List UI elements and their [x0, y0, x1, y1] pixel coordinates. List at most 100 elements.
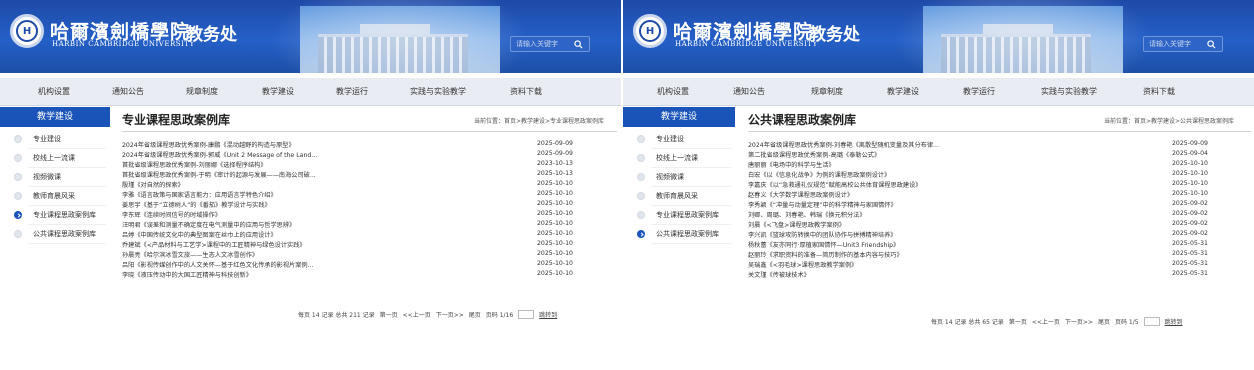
logo-glyph: H	[639, 20, 661, 42]
article-date: 2025-09-04	[1172, 150, 1208, 157]
article-date: 2025-09-09	[1172, 140, 1208, 147]
article-title[interactable]: 乔建斌《<产品材料与工艺学>课程中的工匠精神与绿色设计实践》	[122, 240, 306, 249]
sidebar-item-teacher[interactable]: 教师育晨风采	[0, 189, 110, 206]
article-title[interactable]: 刘卿、周璐、刘春艳、韩瑞《换元积分法》	[748, 210, 866, 219]
article-title[interactable]: 唐丽丽《电场中的科学与生活》	[748, 160, 835, 169]
banner-light	[893, 0, 1153, 73]
sidebar-title: 教学建设	[623, 107, 735, 127]
sidebar-item-major[interactable]: 专业建设	[623, 132, 735, 149]
page-number-input[interactable]	[518, 310, 535, 319]
article-title[interactable]: 李晓《液压传动中的大国工匠精神与科技创新》	[122, 270, 252, 279]
arrow-bullet-icon	[14, 211, 22, 219]
article-title[interactable]: 赵春义《大学数学课程思政案例设计》	[748, 190, 853, 199]
article-title[interactable]: 吕婷《中国传统文化中的典型图案在丝巾上的应用设计》	[122, 230, 277, 239]
article-title[interactable]: 2024年省级课程思政优秀案例-刘春艳《离散型随机变量及其分布律...	[748, 140, 939, 149]
next-page-link[interactable]: 下一页>>	[436, 310, 464, 319]
nav-item[interactable]: 规章制度	[186, 86, 218, 97]
article-title[interactable]: 白宏《以《信息化战争》为例的课程思政案例设计》	[748, 170, 890, 179]
article-title[interactable]: 李兴凯《篮球攻防转换中的团队协作与拼搏精神培养》	[748, 230, 897, 239]
article-title[interactable]: 杨秋蕾《友亦同行·厚植家国情怀—Unit3 Friendship》	[748, 240, 899, 249]
prev-page-link[interactable]: <<上一页	[1032, 317, 1060, 326]
bullet-icon	[14, 135, 22, 143]
bullet-icon	[637, 211, 645, 219]
bullet-icon	[637, 154, 645, 162]
article-title[interactable]: 第二批省级课程思政优秀案例-高璐《泰勒公式》	[748, 150, 880, 159]
nav-item[interactable]: 实践与实验教学	[1041, 86, 1097, 97]
nav-item[interactable]: 规章制度	[811, 86, 843, 97]
article-date: 2025-10-10	[537, 230, 573, 237]
sidebar-title: 教学建设	[0, 107, 110, 127]
sidebar-item-teacher[interactable]: 教师育晨风采	[623, 189, 735, 206]
article-title[interactable]: 2024年省级课程思政优秀案例-郭威《Unit 2 Message of the…	[122, 150, 317, 159]
first-page-link[interactable]: 第一页	[1009, 317, 1027, 326]
article-title[interactable]: 刘晨《<飞盘>课程思政教学案例》	[748, 220, 845, 229]
nav-item[interactable]: 资料下载	[510, 86, 542, 97]
nav-item[interactable]: 教学运行	[336, 86, 368, 97]
search-input[interactable]	[511, 37, 569, 51]
nav-item[interactable]: 资料下载	[1143, 86, 1175, 97]
article-title[interactable]: 吕阳《影视传媒创作中的人文关怀—基于红色文化传承的影视片案例...	[122, 260, 314, 269]
article-title[interactable]: 李东辉《连续时间信号的时域操作》	[122, 210, 221, 219]
university-logo-icon[interactable]: H	[10, 14, 44, 48]
nav-item[interactable]: 通知公告	[733, 86, 765, 97]
article-date: 2025-09-02	[1172, 200, 1208, 207]
nav-item[interactable]: 教学运行	[963, 86, 995, 97]
article-date: 2025-10-10	[1172, 190, 1208, 197]
article-title[interactable]: 姜思宇《基于“立德树人”的《番茄》教学设计与实践》	[122, 200, 271, 209]
article-date: 2025-05-31	[1172, 270, 1208, 277]
article-title[interactable]: 李雅《语言政策与国家语言能力：应用语言学特色介绍》	[122, 190, 277, 199]
nav-item[interactable]: 实践与实验教学	[410, 86, 466, 97]
sidebar-item-label: 专业建设	[656, 135, 684, 143]
nav-item[interactable]: 教学建设	[262, 86, 294, 97]
sidebar-item-video[interactable]: 视频微课	[623, 170, 735, 187]
article-title[interactable]: 汪明君《误差和测量不确定度在电气测量中的应用与哲学思辨》	[122, 220, 295, 229]
article-title[interactable]: 2024年省级课程思政优秀案例-康鹏《混动越野的构造与原型》	[122, 140, 295, 149]
article-date: 2025-10-10	[1172, 180, 1208, 187]
article-title[interactable]: 首批省级课程思政优秀案例-于明《审计的起源与发展——南海公司破...	[122, 170, 316, 179]
article-date: 2025-10-10	[537, 270, 573, 277]
article-date: 2025-10-10	[537, 180, 573, 187]
article-title[interactable]: 殷瑾《对自然的探索》	[122, 180, 184, 189]
go-to-page-link[interactable]: 跳转到	[1165, 317, 1183, 326]
sidebar-item-public-cases[interactable]: 公共课程思政案例库	[623, 227, 735, 244]
nav-item[interactable]: 机构设置	[38, 86, 70, 97]
article-title[interactable]: 李秀颖《“冲量与动量定理”中的科学精神与家国情怀》	[748, 200, 897, 209]
bullet-icon	[14, 230, 22, 238]
pagination: 每页 14 记录 总共 211 记录 第一页 <<上一页 下一页>> 尾页 页码…	[298, 310, 557, 319]
sidebar-item-online-course[interactable]: 校线上一流课	[0, 151, 110, 168]
article-title[interactable]: 李嘉庆《以“急救通礼仪规范”赋能高校公共体育课程思政建设》	[748, 180, 921, 189]
first-page-link[interactable]: 第一页	[380, 310, 398, 319]
article-title[interactable]: 孙晨亮《哈尔滨冰雪文旅——生态人文冰雪创作》	[122, 250, 258, 259]
last-page-link[interactable]: 尾页	[1098, 317, 1110, 326]
article-title[interactable]: 首批省级课程思政优秀案例-刘丽娜《选择程序结构》	[122, 160, 267, 169]
sidebar-item-public-cases[interactable]: 公共课程思政案例库	[0, 227, 110, 244]
sidebar-item-video[interactable]: 视频微课	[0, 170, 110, 187]
sidebar-item-major-cases[interactable]: 专业课程思政案例库	[0, 208, 110, 225]
sidebar-item-label: 专业建设	[33, 135, 61, 143]
right-screenshot-panel: H 哈爾濱劍橋學院 HARBIN CAMBRIDGE UNIVERSITY 教务…	[623, 0, 1254, 370]
sidebar-item-major[interactable]: 专业建设	[0, 132, 110, 149]
university-logo-icon[interactable]: H	[633, 14, 667, 48]
nav-item[interactable]: 机构设置	[657, 86, 689, 97]
sidebar-item-online-course[interactable]: 校线上一流课	[623, 151, 735, 168]
search-icon[interactable]	[569, 37, 587, 51]
article-title[interactable]: 关文瑾《传被球技术》	[748, 270, 810, 279]
article-title[interactable]: 吴瑞鑫《<羽毛球>课程思政教学案例》	[748, 260, 857, 269]
article-title[interactable]: 赵丽玲《求职资料的准备—简历制作的基本内容与技巧》	[748, 250, 903, 259]
main-nav: 机构设置 通知公告 规章制度 教学建设 教学运行 实践与实验教学 资料下载	[623, 78, 1254, 106]
go-to-page-link[interactable]: 跳转到	[539, 310, 557, 319]
page-number-input[interactable]	[1143, 317, 1160, 326]
last-page-link[interactable]: 尾页	[469, 310, 481, 319]
arrow-bullet-icon	[637, 230, 645, 238]
sidebar-item-major-cases[interactable]: 专业课程思政案例库	[623, 208, 735, 225]
search-input[interactable]	[1144, 37, 1202, 51]
nav-item[interactable]: 教学建设	[887, 86, 919, 97]
search-icon[interactable]	[1202, 37, 1220, 51]
article-date: 2025-10-10	[537, 200, 573, 207]
prev-page-link[interactable]: <<上一页	[403, 310, 431, 319]
next-page-link[interactable]: 下一页>>	[1065, 317, 1093, 326]
nav-item[interactable]: 通知公告	[112, 86, 144, 97]
sidebar-item-label: 公共课程思政案例库	[656, 230, 719, 238]
article-date: 2025-09-02	[1172, 230, 1208, 237]
department-name: 教务处	[186, 25, 237, 45]
